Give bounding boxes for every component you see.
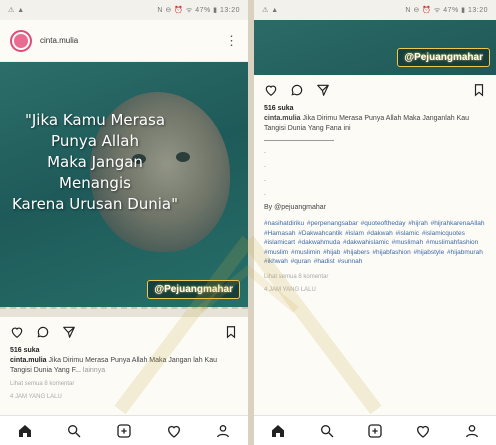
- profile-icon[interactable]: [464, 423, 480, 439]
- comment-icon[interactable]: [290, 83, 304, 97]
- caption-dots: . . . .: [264, 148, 266, 197]
- search-icon[interactable]: [66, 423, 82, 439]
- avatar[interactable]: [10, 29, 32, 52]
- hashtags[interactable]: #nasihatdiriku #perpenangsabar #quoteoft…: [254, 215, 496, 271]
- post-actions: [254, 75, 496, 105]
- likes-count[interactable]: 516 suka: [254, 105, 496, 112]
- search-icon[interactable]: [319, 423, 335, 439]
- more-options-icon[interactable]: ⋮: [225, 34, 238, 47]
- post-image-bottom[interactable]: @Pejuangmahar: [254, 20, 496, 75]
- bookmark-icon[interactable]: [472, 83, 486, 97]
- left-phone-screen: ⚠ ▲ N ⊖ ⏰ ᯤ 47% ▮ 13:20 cinta.mulia ⋮ "J…: [0, 0, 248, 445]
- status-left-icons: ⚠ ▲: [262, 7, 279, 14]
- bottom-nav: [254, 415, 496, 445]
- likes-count[interactable]: 516 suka: [0, 347, 248, 354]
- paper-edge: [0, 307, 248, 317]
- share-icon[interactable]: [316, 83, 330, 97]
- status-bar: ⚠ ▲ N ⊖ ⏰ ᯤ 47% ▮ 13:20: [0, 0, 248, 20]
- post-time: 4 JAM YANG LALU: [264, 286, 316, 293]
- post-header: cinta.mulia ⋮: [0, 20, 248, 62]
- watermark-tag: @Pejuangmahar: [397, 48, 490, 67]
- watermark-tag: @Pejuangmahar: [147, 280, 240, 299]
- status-bar: ⚠ ▲ N ⊖ ⏰ ᯤ 47% ▮ 13:20: [254, 0, 496, 20]
- activity-heart-icon[interactable]: [415, 423, 431, 439]
- caption-username[interactable]: cinta.mulia: [264, 115, 301, 122]
- post-image[interactable]: "Jika Kamu Merasa Punya Allah Maka Janga…: [0, 62, 248, 317]
- post-username[interactable]: cinta.mulia: [40, 36, 217, 45]
- quote-text: "Jika Kamu Merasa Punya Allah Maka Janga…: [11, 111, 179, 213]
- status-right-info: N ⊖ ⏰ ᯤ 47% ▮ 13:20: [405, 6, 488, 14]
- view-comments-link[interactable]: Lihat semua 8 komentar: [254, 271, 496, 284]
- status-left-icons: ⚠ ▲: [8, 7, 25, 14]
- bottom-nav: [0, 415, 248, 445]
- activity-heart-icon[interactable]: [166, 423, 182, 439]
- caption-divider: [264, 140, 334, 141]
- heart-icon[interactable]: [10, 325, 24, 339]
- home-icon[interactable]: [17, 423, 33, 439]
- caption-username[interactable]: cinta.mulia: [10, 357, 47, 364]
- home-icon[interactable]: [270, 423, 286, 439]
- right-phone-screen: ⚠ ▲ N ⊖ ⏰ ᯤ 47% ▮ 13:20 @Pejuangmahar 51…: [254, 0, 496, 445]
- status-right-info: N ⊖ ⏰ ᯤ 47% ▮ 13:20: [157, 6, 240, 14]
- post-time: 4 JAM YANG LALU: [10, 394, 62, 400]
- view-comments-link[interactable]: Lihat semua 8 komentar: [0, 378, 248, 391]
- add-post-icon[interactable]: [367, 423, 383, 439]
- caption: cinta.mulia Jika Dirimu Merasa Punya All…: [0, 354, 248, 378]
- caption-more-link[interactable]: lainnya: [83, 367, 105, 374]
- post-actions: [0, 317, 248, 347]
- heart-icon[interactable]: [264, 83, 278, 97]
- add-post-icon[interactable]: [116, 423, 132, 439]
- caption: cinta.mulia Jika Dirimu Merasa Punya All…: [254, 112, 496, 136]
- comment-icon[interactable]: [36, 325, 50, 339]
- share-icon[interactable]: [62, 325, 76, 339]
- profile-icon[interactable]: [215, 423, 231, 439]
- bookmark-icon[interactable]: [224, 325, 238, 339]
- caption-credit: By @pejuangmahar: [264, 204, 326, 211]
